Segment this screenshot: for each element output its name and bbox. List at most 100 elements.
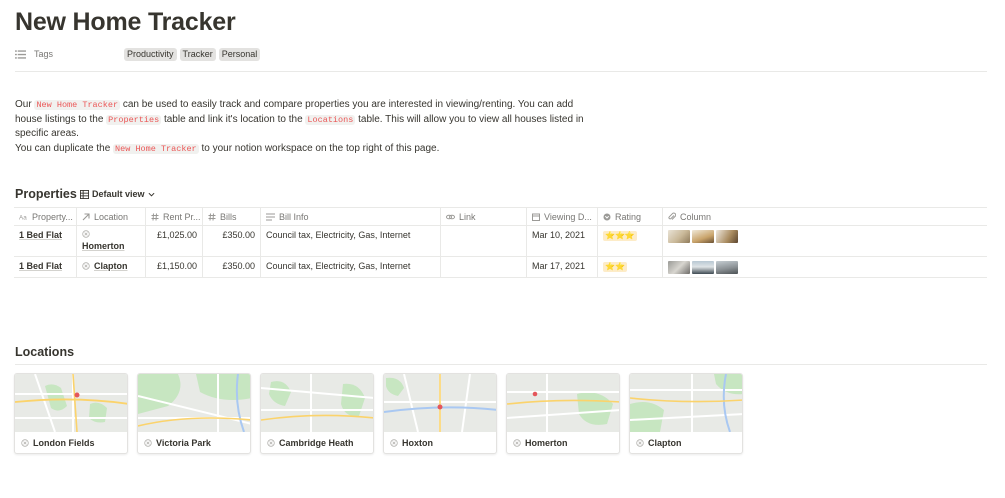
- intro-text: to your notion workspace on the top righ…: [201, 143, 440, 154]
- view-label: Default view: [92, 189, 145, 199]
- link-cell[interactable]: [441, 226, 527, 256]
- properties-title[interactable]: Properties: [15, 187, 77, 201]
- location-card[interactable]: London Fields: [14, 373, 128, 454]
- page-dot-icon: [82, 262, 90, 270]
- location-name: Clapton: [94, 261, 128, 271]
- location-card-title: Cambridge Heath: [261, 432, 373, 453]
- text-lines-icon: [266, 213, 275, 220]
- locations-title[interactable]: Locations: [15, 345, 74, 359]
- property-photo[interactable]: [668, 261, 690, 274]
- rent-cell[interactable]: £1,025.00: [146, 226, 203, 256]
- intro-text: Our: [15, 99, 32, 110]
- list-icon: [15, 49, 26, 59]
- bill-info-cell[interactable]: Council tax, Electricity, Gas, Internet: [261, 257, 441, 277]
- bill-info-cell[interactable]: Council tax, Electricity, Gas, Internet: [261, 226, 441, 256]
- page-dot-icon: [82, 230, 90, 238]
- map-image: [384, 374, 496, 433]
- tags-property-row[interactable]: Tags Productivity Tracker Personal: [15, 47, 263, 61]
- property-photo[interactable]: [692, 230, 714, 243]
- page-dot-icon: [636, 439, 644, 447]
- column-header-property[interactable]: Aa Property...: [14, 208, 77, 225]
- tags-property-label: Tags: [34, 49, 54, 59]
- tag-tracker[interactable]: Tracker: [179, 47, 216, 61]
- attachments-cell[interactable]: [663, 226, 987, 256]
- rating-badge: ⭐⭐: [603, 262, 627, 272]
- column-header-column[interactable]: Column: [663, 208, 987, 225]
- viewing-date-cell[interactable]: Mar 17, 2021: [527, 257, 598, 277]
- link-cell[interactable]: [441, 257, 527, 277]
- property-photo[interactable]: [692, 261, 714, 274]
- column-header-rating[interactable]: Rating: [598, 208, 663, 225]
- locations-gallery: London Fields Victoria Park Cambridge He…: [14, 373, 743, 454]
- column-header-bill-info[interactable]: Bill Info: [261, 208, 441, 225]
- tag-personal[interactable]: Personal: [218, 47, 261, 61]
- location-card[interactable]: Homerton: [506, 373, 620, 454]
- relation-arrow-icon: [82, 212, 90, 220]
- rating-badge: ⭐⭐⭐: [603, 231, 637, 241]
- map-preview: [15, 374, 127, 433]
- inline-code: Locations: [305, 114, 356, 125]
- column-header-rent[interactable]: Rent Pr...: [146, 208, 203, 225]
- bills-cell[interactable]: £350.00: [203, 257, 261, 277]
- column-header-location[interactable]: Location: [77, 208, 146, 225]
- map-preview: [261, 374, 373, 432]
- calendar-icon: [532, 213, 540, 221]
- header-divider: [15, 71, 987, 72]
- location-card-title: Homerton: [507, 432, 619, 453]
- intro-paragraph-2: You can duplicate the New Home Tracker t…: [15, 142, 600, 157]
- location-card[interactable]: Victoria Park: [137, 373, 251, 454]
- attachment-icon: [668, 212, 676, 220]
- map-image: [507, 374, 619, 432]
- view-switcher[interactable]: Default view: [80, 189, 158, 199]
- location-card-title: Victoria Park: [138, 432, 250, 453]
- table-row[interactable]: 1 Bed Flat Clapton £1,150.00 £350.00 Cou…: [14, 257, 987, 278]
- rating-cell[interactable]: ⭐⭐: [598, 257, 663, 277]
- link-icon: [446, 214, 455, 219]
- property-photo[interactable]: [716, 230, 738, 243]
- page-dot-icon: [144, 439, 152, 447]
- table-row[interactable]: 1 Bed Flat Homerton £1,025.00 £350.00 Co…: [14, 226, 987, 257]
- location-card[interactable]: Cambridge Heath: [260, 373, 374, 454]
- intro-text: You can duplicate the: [15, 143, 111, 154]
- table-header-row: Aa Property... Location Rent Pr... Bills…: [14, 207, 987, 226]
- location-card-title: London Fields: [15, 432, 127, 453]
- attachments-cell[interactable]: [663, 257, 987, 277]
- map-image: [630, 374, 742, 433]
- location-card-title: Clapton: [630, 432, 742, 453]
- select-icon: [603, 213, 611, 220]
- column-header-link[interactable]: Link: [441, 208, 527, 225]
- location-card[interactable]: Hoxton: [383, 373, 497, 454]
- map-image: [261, 374, 373, 432]
- location-name: Homerton: [82, 241, 125, 251]
- inline-code: New Home Tracker: [113, 144, 199, 154]
- rent-cell[interactable]: £1,150.00: [146, 257, 203, 277]
- inline-code: New Home Tracker: [34, 100, 121, 110]
- property-name[interactable]: 1 Bed Flat: [19, 261, 62, 271]
- locations-divider: [15, 364, 987, 365]
- rating-cell[interactable]: ⭐⭐⭐: [598, 226, 663, 256]
- property-photo[interactable]: [716, 261, 738, 274]
- location-link[interactable]: Homerton: [82, 230, 125, 251]
- viewing-date-cell[interactable]: Mar 10, 2021: [527, 226, 598, 256]
- column-header-viewing-date[interactable]: Viewing D...: [527, 208, 598, 225]
- tag-productivity[interactable]: Productivity: [124, 47, 177, 61]
- column-header-bills[interactable]: Bills: [203, 208, 261, 225]
- page-title: New Home Tracker: [15, 8, 236, 36]
- page-dot-icon: [390, 439, 398, 447]
- properties-table: Aa Property... Location Rent Pr... Bills…: [14, 207, 987, 278]
- map-preview: [630, 374, 742, 433]
- property-photo[interactable]: [668, 230, 690, 243]
- intro-text: table and link it's location to the: [163, 113, 303, 125]
- map-preview: [138, 374, 250, 433]
- location-card[interactable]: Clapton: [629, 373, 743, 454]
- page-dot-icon: [513, 439, 521, 447]
- number-icon: [208, 212, 216, 221]
- bills-cell[interactable]: £350.00: [203, 226, 261, 256]
- page-dot-icon: [267, 439, 275, 447]
- page-dot-icon: [21, 439, 29, 447]
- svg-text:Aa: Aa: [19, 214, 27, 220]
- location-link[interactable]: Clapton: [82, 261, 128, 271]
- map-preview: [507, 374, 619, 432]
- map-image: [138, 374, 250, 433]
- property-name[interactable]: 1 Bed Flat: [19, 230, 62, 240]
